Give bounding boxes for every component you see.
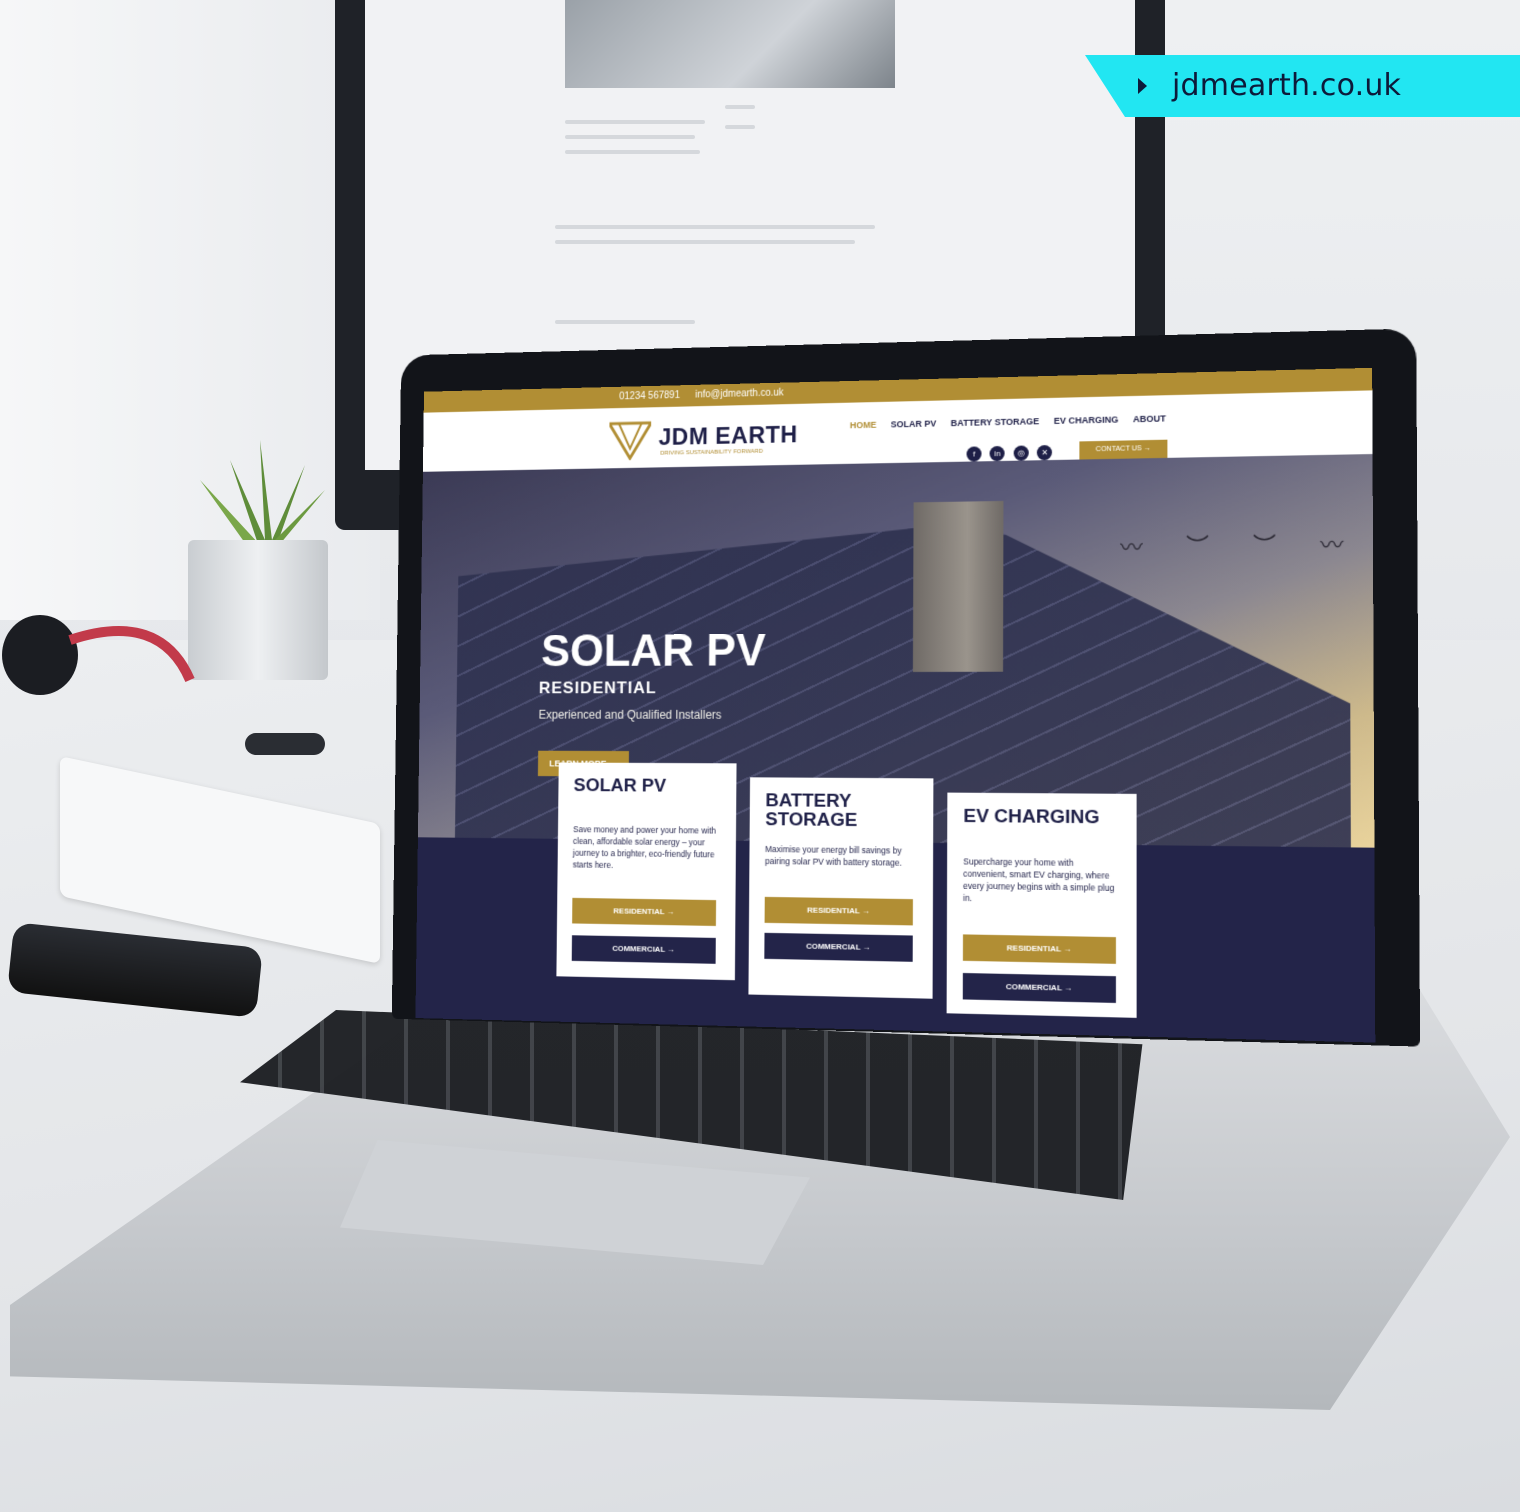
logo-tagline: DRIVING SUSTAINABILITY FORWARD: [660, 448, 763, 457]
hero-description: Experienced and Qualified Installers: [538, 707, 722, 722]
monitor-text-line: [565, 120, 705, 124]
x-icon[interactable]: ✕: [1037, 444, 1053, 461]
card-title: SOLAR PV: [573, 775, 667, 797]
nav-home[interactable]: HOME: [850, 420, 877, 430]
caret-right-icon: [1138, 78, 1147, 94]
card-text: Supercharge your home with convenient, s…: [963, 856, 1115, 904]
linkedin-icon[interactable]: in: [989, 445, 1006, 462]
social-links: f in ◎ ✕: [966, 442, 1057, 462]
monitor-text-line: [565, 150, 700, 154]
facebook-icon[interactable]: f: [966, 446, 982, 462]
card-title: BATTERY STORAGE: [765, 790, 858, 832]
residential-button[interactable]: RESIDENTIAL →: [962, 934, 1116, 964]
card-text: Maximise your energy bill savings by pai…: [764, 844, 903, 868]
nav-battery-storage[interactable]: BATTERY STORAGE: [951, 416, 1039, 428]
nav-solar-pv[interactable]: SOLAR PV: [891, 418, 937, 429]
hero-title: SOLAR PV: [540, 623, 766, 676]
residential-button[interactable]: RESIDENTIAL →: [764, 896, 913, 926]
headphones: [2, 615, 195, 695]
monitor-image: [565, 0, 895, 88]
card-title: EV CHARGING: [963, 805, 1100, 829]
monitor-text-line: [555, 320, 695, 324]
monitor-text-line: [555, 225, 875, 229]
monitor-text-line: [725, 125, 755, 129]
nav-ev-charging[interactable]: EV CHARGING: [1054, 414, 1119, 425]
commercial-button[interactable]: COMMERCIAL →: [571, 935, 716, 964]
hero-subtitle: RESIDENTIAL: [538, 678, 657, 698]
plant-pot: [188, 540, 328, 680]
monitor-text-line: [725, 105, 755, 109]
hero-chimney: [912, 500, 1004, 672]
card-ev-charging: EV CHARGING Supercharge your home with c…: [946, 792, 1137, 1018]
contact-us-button[interactable]: CONTACT US →: [1079, 439, 1168, 460]
card-solar-pv: SOLAR PV Save money and power your home …: [556, 762, 737, 981]
nav-about[interactable]: ABOUT: [1133, 413, 1166, 424]
birds: 〰 ︶ ︶ 〰: [1120, 531, 1363, 560]
topbar-phone[interactable]: 01234 567891: [619, 390, 680, 402]
mouse: [245, 733, 325, 755]
url-text[interactable]: jdmearth.co.uk: [1172, 68, 1401, 103]
plant-leaves: [200, 440, 325, 550]
card-battery-storage: BATTERY STORAGE Maximise your energy bil…: [748, 777, 934, 999]
monitor-text-line: [555, 240, 855, 244]
topbar-email[interactable]: info@jdmearth.co.uk: [695, 388, 784, 401]
commercial-button[interactable]: COMMERCIAL →: [764, 932, 913, 962]
card-text: Save money and power your home with clea…: [572, 824, 717, 870]
instagram-icon[interactable]: ◎: [1013, 445, 1029, 461]
residential-button[interactable]: RESIDENTIAL →: [572, 897, 717, 926]
logo-name[interactable]: JDM EARTH: [658, 422, 797, 452]
main-nav: HOME SOLAR PV BATTERY STORAGE EV CHARGIN…: [850, 413, 1178, 430]
logo-mark-icon[interactable]: [609, 421, 651, 461]
monitor-text-line: [565, 135, 695, 139]
website-screen: 01234 567891 info@jdmearth.co.uk JDM EAR…: [415, 367, 1376, 1043]
commercial-button[interactable]: COMMERCIAL →: [962, 972, 1116, 1003]
